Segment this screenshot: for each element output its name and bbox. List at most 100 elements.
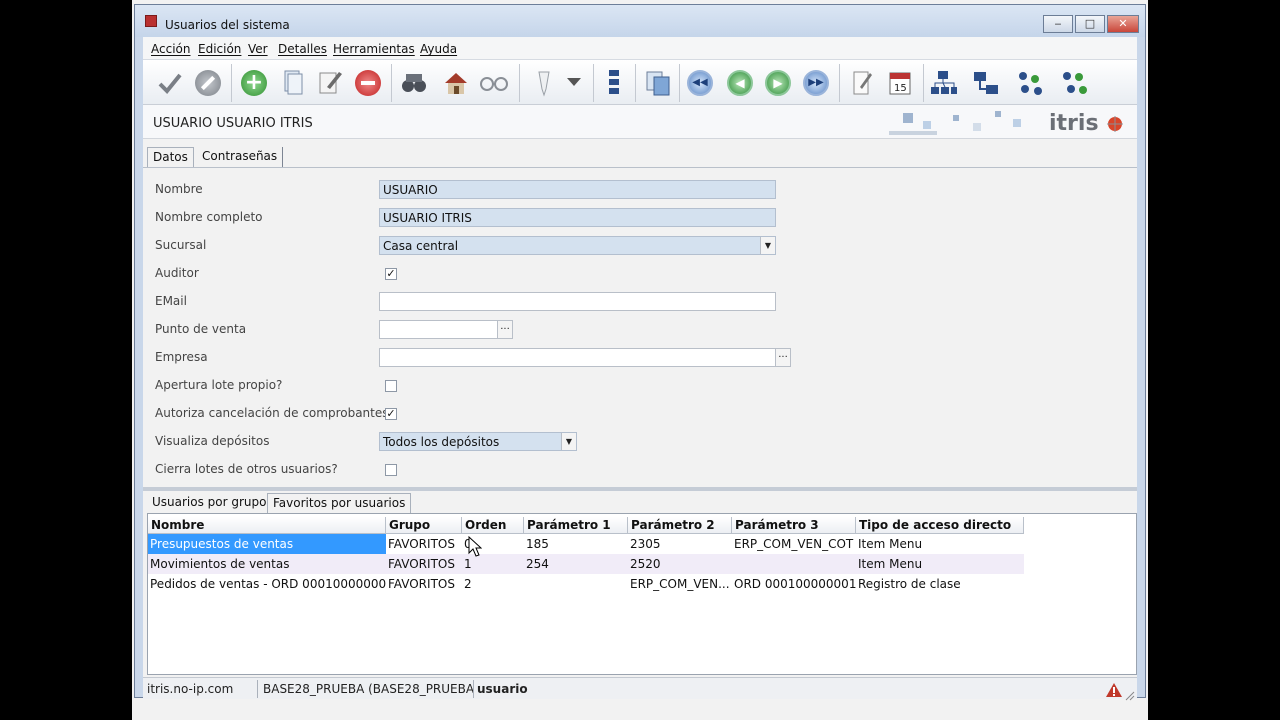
status-user: usuario [477, 682, 528, 696]
status-server: itris.no-ip.com [147, 682, 234, 696]
sucursal-select[interactable]: Casa central ▼ [379, 236, 776, 255]
status-database: BASE28_PRUEBA (BASE28_PRUEBA [263, 682, 475, 696]
tab-datos[interactable]: Datos [147, 147, 194, 167]
table-row[interactable]: Movimientos de ventas FAVORITOS 1 254 25… [148, 554, 1024, 574]
calendar-icon[interactable]: 15 [883, 66, 917, 100]
toolbar-separator [679, 64, 680, 102]
windows-icon[interactable] [641, 66, 675, 100]
table-cell: Item Menu [858, 557, 923, 571]
table-cell: FAVORITOS [388, 557, 455, 571]
cancel-icon[interactable] [191, 66, 225, 100]
warning-icon[interactable] [1105, 682, 1123, 702]
column-header[interactable]: Parámetro 3 [732, 517, 856, 534]
apertura-checkbox[interactable] [385, 380, 397, 392]
binoculars-icon[interactable] [397, 66, 431, 100]
delete-icon[interactable] [351, 66, 385, 100]
table-cell: 185 [526, 537, 549, 551]
email-field[interactable] [379, 292, 776, 311]
label-email: EMail [155, 294, 187, 308]
label-sucursal: Sucursal [155, 238, 207, 252]
table-row[interactable]: Pedidos de ventas - ORD 000100000001 FAV… [148, 574, 1024, 594]
empresa-lookup-button[interactable]: ... [775, 349, 790, 366]
toolbar-separator [923, 64, 924, 102]
glasses-icon[interactable] [477, 66, 511, 100]
note-icon[interactable] [845, 66, 879, 100]
toolbar-separator [231, 64, 232, 102]
table-cell: ORD 000100000001 [734, 577, 856, 591]
menu-ver[interactable]: Ver [248, 42, 268, 56]
window-frame: Usuarios del sistema ‒ □ ✕ Acción Edició… [134, 4, 1146, 701]
add-icon[interactable]: + [237, 66, 271, 100]
favorites-grid: Nombre Grupo Orden Parámetro 1 Parámetro… [147, 513, 1137, 675]
calendar-day: 15 [894, 83, 907, 94]
column-header[interactable]: Parámetro 1 [524, 517, 628, 534]
tab-usuarios-por-grupo[interactable]: Usuarios por grupo [147, 493, 272, 513]
filter-icon[interactable] [527, 66, 561, 100]
chevron-down-icon[interactable]: ▼ [561, 433, 576, 450]
status-separator [473, 680, 474, 698]
autoriza-checkbox[interactable]: ✓ [385, 408, 397, 420]
label-cierra: Cierra lotes de otros usuarios? [155, 462, 338, 476]
home-icon[interactable] [439, 66, 473, 100]
network-alt-icon[interactable] [1057, 66, 1091, 100]
label-apertura: Apertura lote propio? [155, 378, 283, 392]
network-icon[interactable] [1013, 66, 1047, 100]
exchange-icon[interactable] [969, 66, 1003, 100]
table-cell: ERP_COM_VEN_COT [734, 537, 854, 551]
tab-favoritos-por-usuarios[interactable]: Favoritos por usuarios [267, 493, 412, 513]
record-header: USUARIO USUARIO ITRIS itris [143, 105, 1137, 139]
column-header[interactable]: Tipo de acceso directo [856, 517, 1024, 534]
copy-icon[interactable] [275, 66, 309, 100]
status-bar: itris.no-ip.com BASE28_PRUEBA (BASE28_PR… [143, 677, 1137, 702]
table-row[interactable]: Presupuestos de ventas FAVORITOS 0 185 2… [148, 534, 1024, 554]
toolbar-separator [635, 64, 636, 102]
itris-logo: itris [883, 105, 1137, 139]
resize-grip-icon[interactable] [1125, 686, 1135, 705]
maximize-button[interactable]: □ [1075, 15, 1105, 33]
column-header[interactable]: Parámetro 2 [628, 517, 732, 534]
prev-icon[interactable]: ◀ [723, 66, 757, 100]
close-button[interactable]: ✕ [1107, 15, 1139, 33]
toolbar-separator [519, 64, 520, 102]
column-header[interactable]: Nombre [148, 517, 386, 534]
menu-accion[interactable]: Acción [151, 42, 190, 56]
nombre-completo-field[interactable]: USUARIO ITRIS [379, 208, 776, 227]
user-form: Nombre USUARIO Nombre completo USUARIO I… [143, 167, 1137, 487]
client-area: Acción Edición Ver Detalles Herramientas… [143, 37, 1137, 701]
last-icon[interactable]: ▶▶ [799, 66, 833, 100]
next-icon[interactable]: ▶ [761, 66, 795, 100]
title-bar[interactable]: Usuarios del sistema ‒ □ ✕ [135, 5, 1145, 37]
table-cell: Movimientos de ventas [150, 557, 290, 571]
tree-icon[interactable] [927, 66, 961, 100]
cierra-checkbox[interactable] [385, 464, 397, 476]
menu-edicion[interactable]: Edición [198, 42, 241, 56]
label-auditor: Auditor [155, 266, 199, 280]
dropdown-arrow-icon[interactable] [557, 66, 591, 100]
status-separator [257, 680, 258, 698]
application-window: Usuarios del sistema ‒ □ ✕ Acción Edició… [132, 0, 1148, 720]
column-header[interactable]: Orden [462, 517, 524, 534]
chevron-down-icon[interactable]: ▼ [760, 237, 775, 254]
label-visualiza: Visualiza depósitos [155, 434, 270, 448]
mouse-cursor-icon [468, 535, 483, 562]
menu-detalles[interactable]: Detalles [278, 42, 327, 56]
empresa-field[interactable]: ... [379, 348, 791, 367]
column-header[interactable]: Grupo [386, 517, 462, 534]
punto-venta-lookup-button[interactable]: ... [497, 321, 512, 338]
table-cell [524, 574, 628, 594]
edit-icon[interactable] [313, 66, 347, 100]
auditor-checkbox[interactable]: ✓ [385, 268, 397, 280]
punto-venta-field[interactable]: ... [379, 320, 513, 339]
first-icon[interactable]: ◀◀ [683, 66, 717, 100]
check-icon[interactable] [153, 66, 187, 100]
menu-ayuda[interactable]: Ayuda [420, 42, 457, 56]
list-icon[interactable] [597, 66, 631, 100]
visualiza-select[interactable]: Todos los depósitos ▼ [379, 432, 577, 451]
menu-herramientas[interactable]: Herramientas [333, 42, 415, 56]
toolbar: + ◀◀ ◀ ▶ ▶▶ 15 [143, 59, 1137, 105]
table-cell: Item Menu [858, 537, 923, 551]
table-cell: Pedidos de ventas - ORD 000100000001 [150, 577, 386, 591]
nombre-field[interactable]: USUARIO [379, 180, 776, 199]
tab-contrasenas[interactable]: Contraseñas [197, 147, 284, 167]
minimize-button[interactable]: ‒ [1043, 15, 1073, 33]
